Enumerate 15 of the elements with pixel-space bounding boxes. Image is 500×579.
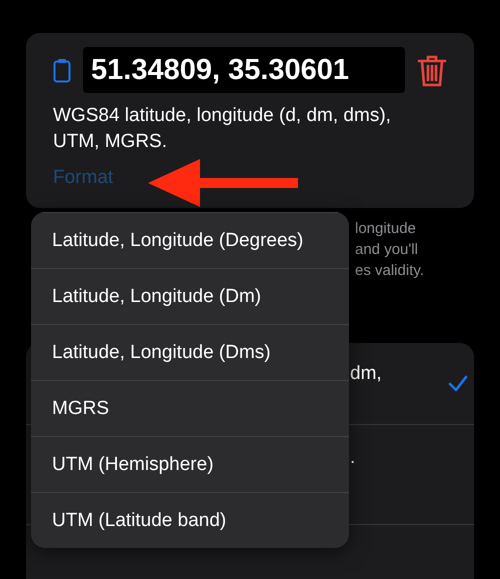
clipboard-icon[interactable] bbox=[53, 58, 71, 82]
menu-item[interactable]: MGRS bbox=[31, 380, 349, 436]
option-text: dm, bbox=[350, 363, 383, 385]
menu-item[interactable]: UTM (Hemisphere) bbox=[31, 436, 349, 492]
menu-item[interactable]: Latitude, Longitude (Dms) bbox=[31, 324, 349, 380]
trash-icon[interactable] bbox=[417, 54, 447, 86]
footnote-text: and you'll bbox=[355, 240, 419, 260]
menu-item[interactable]: UTM (Latitude band) bbox=[31, 492, 349, 548]
menu-item[interactable]: Latitude, Longitude (Dm) bbox=[31, 268, 349, 324]
footnote-text: longitude bbox=[355, 219, 417, 239]
coordinate-field[interactable]: 51.34809, 35.30601 bbox=[83, 47, 405, 93]
footnote-text: es validity. bbox=[355, 261, 425, 281]
option-text: . bbox=[350, 447, 356, 469]
format-description: WGS84 latitude, longitude (d, dm, dms), UTM, MGRS. bbox=[53, 104, 392, 154]
menu-item[interactable]: Latitude, Longitude (Degrees) bbox=[31, 212, 349, 268]
